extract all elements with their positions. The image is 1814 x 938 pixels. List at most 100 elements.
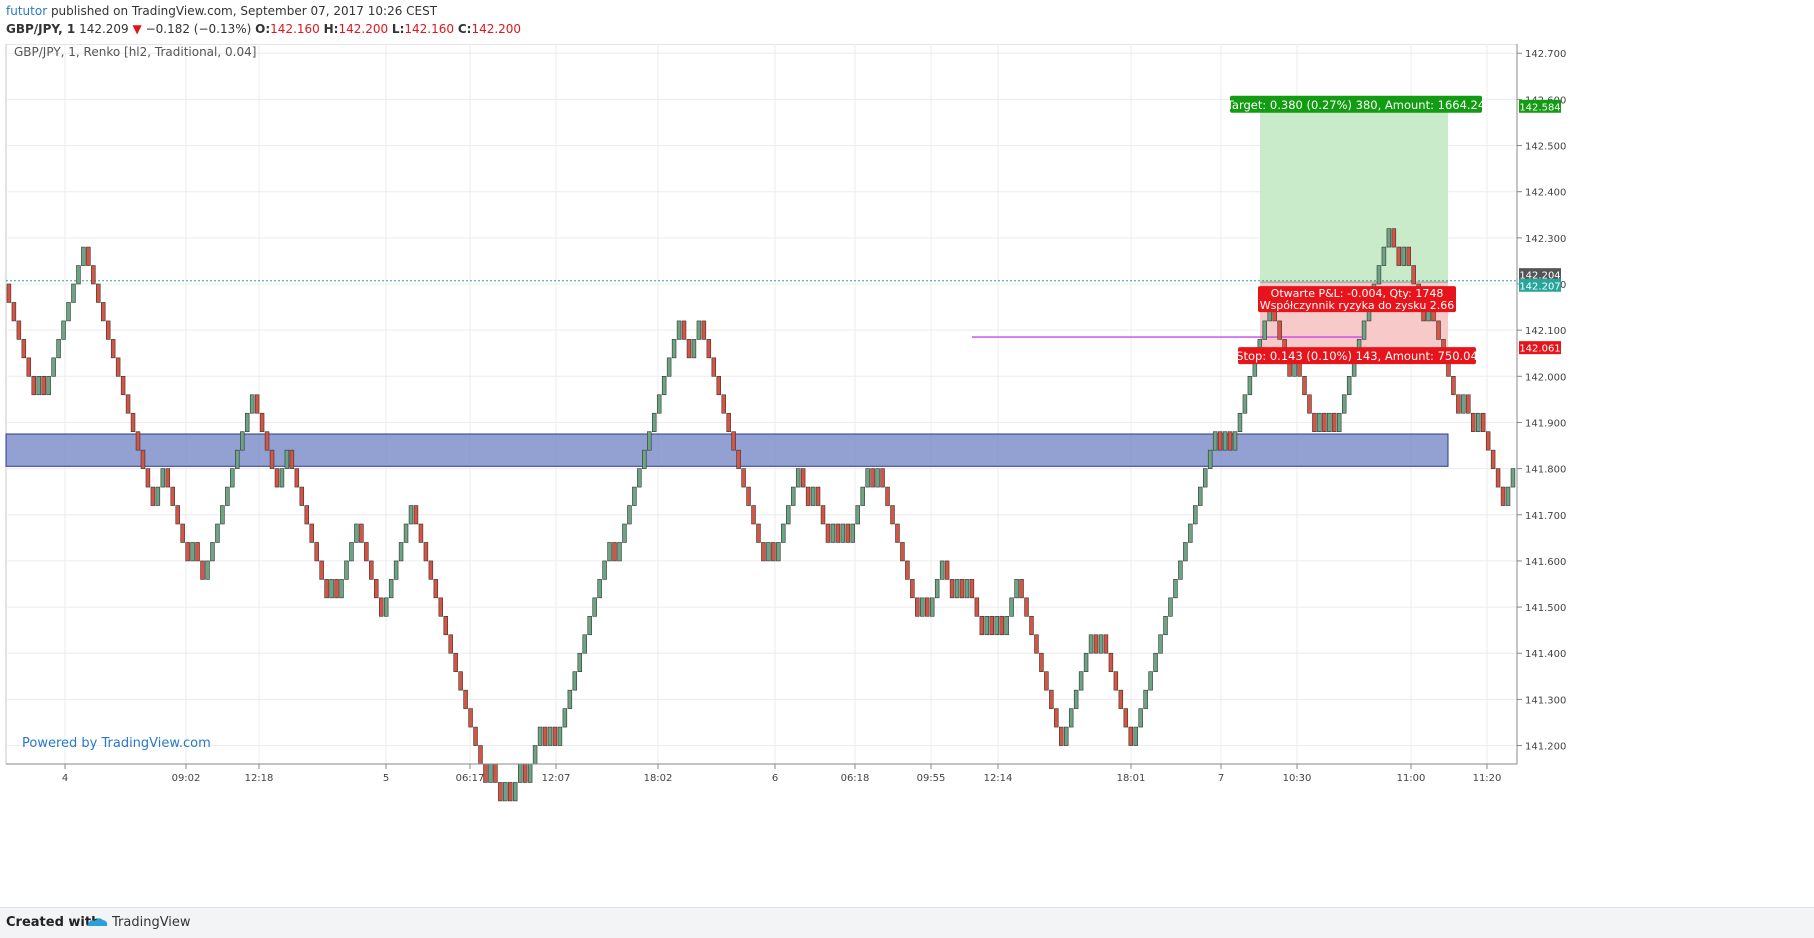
- renko-brick-down: [746, 486, 751, 506]
- renko-brick-up: [1173, 579, 1178, 599]
- renko-brick-up: [632, 486, 637, 506]
- renko-brick-down: [800, 468, 806, 488]
- x-tick-label: 11:20: [1473, 773, 1502, 784]
- renko-brick-down: [979, 616, 985, 636]
- renko-brick-up: [383, 597, 389, 617]
- renko-brick-down: [711, 357, 717, 377]
- renko-brick-down: [438, 597, 444, 617]
- renko-brick-down: [468, 708, 473, 728]
- target-zone: [1260, 106, 1448, 283]
- renko-brick-down: [751, 505, 756, 525]
- renko-brick-up: [637, 468, 642, 488]
- renko-brick-down: [1039, 652, 1044, 672]
- renko-brick-up: [1505, 486, 1511, 506]
- renko-brick-up: [210, 542, 215, 562]
- renko-brick-up: [1327, 412, 1332, 432]
- renko-brick-up: [1083, 652, 1089, 672]
- renko-brick-up: [786, 505, 791, 525]
- renko-brick-down: [324, 579, 329, 599]
- renko-brick-down: [706, 339, 712, 359]
- renko-brick-down: [304, 505, 310, 525]
- renko-brick-up: [225, 486, 230, 506]
- renko-brick-down: [1054, 708, 1059, 728]
- renko-brick-up: [850, 523, 856, 543]
- renko-brick-up: [81, 246, 86, 266]
- renko-brick-down: [681, 320, 687, 340]
- low-value: 142.160: [404, 22, 454, 36]
- x-tick-label: 06:17: [456, 773, 485, 784]
- current-price-label: 142.207: [1519, 278, 1561, 292]
- renko-brick-up: [1337, 412, 1342, 432]
- renko-brick-up: [781, 523, 786, 543]
- renko-brick-up: [1063, 726, 1069, 746]
- renko-brick-up: [76, 265, 81, 285]
- renko-brick-up: [671, 339, 677, 359]
- renko-brick-down: [423, 542, 429, 562]
- target-price-label-text: 142.584: [1519, 102, 1560, 113]
- renko-brick-up: [1262, 320, 1268, 340]
- target-price-label: 142.584: [1519, 99, 1561, 113]
- author-link[interactable]: fututor: [6, 4, 47, 18]
- renko-brick-down: [508, 782, 513, 802]
- renko-brick-down: [41, 376, 46, 396]
- open-value: 142.160: [270, 22, 320, 36]
- renko-brick-down: [1396, 246, 1402, 266]
- renko-brick-up: [205, 560, 210, 580]
- renko-brick-down: [110, 339, 116, 359]
- renko-brick-up: [567, 689, 573, 709]
- x-tick-label: 11:00: [1397, 773, 1426, 784]
- renko-brick-up: [592, 597, 597, 617]
- renko-chart[interactable]: Target: 0.380 (0.27%) 380, Amount: 1664.…: [0, 44, 1814, 907]
- renko-brick-up: [1401, 246, 1407, 266]
- renko-brick-up: [557, 726, 563, 746]
- renko-brick-up: [537, 726, 543, 746]
- tradingview-brand[interactable]: TradingView: [112, 915, 191, 930]
- renko-brick-up: [46, 376, 51, 396]
- renko-brick-up: [1207, 449, 1213, 469]
- renko-brick-up: [1009, 597, 1014, 617]
- renko-brick-down: [120, 376, 126, 396]
- renko-brick-up: [656, 394, 662, 414]
- renko-brick-down: [6, 283, 12, 303]
- renko-brick-up: [676, 320, 682, 340]
- renko-brick-down: [200, 560, 205, 580]
- y-tick-label: 141.700: [1525, 511, 1566, 522]
- renko-brick-down: [378, 597, 384, 617]
- renko-brick-up: [617, 542, 622, 562]
- renko-brick-down: [895, 523, 900, 543]
- renko-brick-down: [1029, 616, 1034, 636]
- renko-brick-up: [572, 671, 578, 691]
- renko-brick-up: [1078, 671, 1084, 691]
- renko-brick-down: [1277, 320, 1282, 340]
- target-label-text: Target: 0.380 (0.27%) 380, Amount: 1664.…: [1226, 98, 1485, 112]
- last-price: 142.209: [79, 22, 129, 36]
- y-tick-label: 141.300: [1525, 695, 1566, 706]
- chart-title: GBP/JPY, 1, Renko [hl2, Traditional, 0.0…: [14, 45, 256, 59]
- renko-brick-down: [264, 431, 270, 451]
- renko-brick-up: [1381, 246, 1387, 266]
- high-label: H:: [323, 22, 339, 36]
- current-price-label-text: 142.207: [1519, 281, 1560, 292]
- renko-brick-up: [1068, 708, 1074, 728]
- renko-brick-up: [329, 579, 334, 599]
- x-tick-label: 5: [383, 773, 389, 784]
- tradingview-watermark[interactable]: Powered by TradingView.com: [22, 736, 211, 751]
- renko-brick-down: [1049, 689, 1054, 709]
- renko-brick-up: [934, 579, 940, 599]
- renko-brick-up: [865, 468, 870, 488]
- renko-brick-down: [1034, 634, 1039, 654]
- renko-brick-up: [661, 376, 667, 396]
- renko-brick-down: [1128, 726, 1133, 746]
- renko-brick-up: [1222, 431, 1228, 451]
- renko-brick-up: [61, 320, 66, 340]
- renko-brick-up: [1317, 412, 1322, 432]
- renko-brick-up: [513, 782, 518, 802]
- renko-brick-down: [721, 394, 726, 414]
- renko-brick-up: [190, 542, 195, 562]
- renko-brick-up: [1148, 671, 1153, 691]
- renko-brick-up: [547, 726, 553, 746]
- low-label: L:: [391, 22, 405, 36]
- renko-brick-down: [165, 468, 171, 488]
- renko-brick-down: [805, 486, 811, 506]
- y-tick-label: 142.400: [1525, 188, 1566, 199]
